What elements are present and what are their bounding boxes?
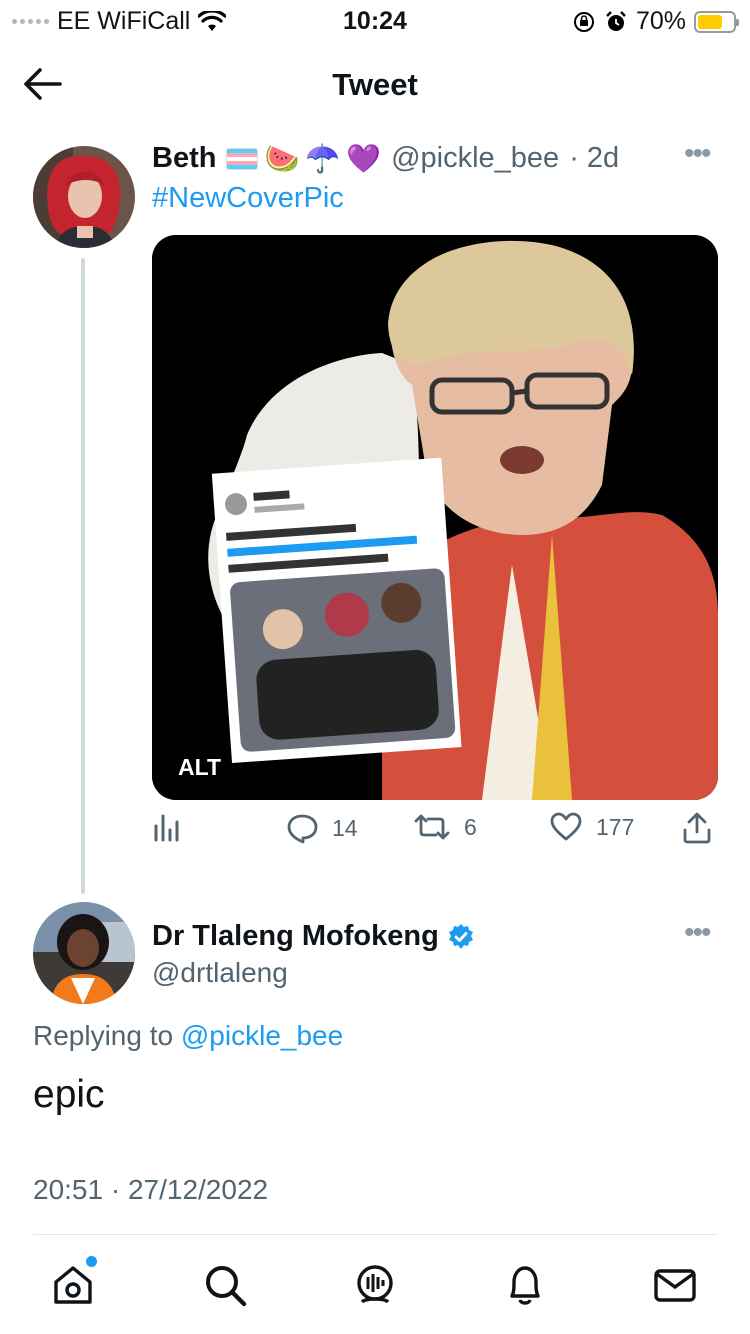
reply-author: Dr Tlaleng Mofokeng [152,920,475,953]
tab-bar [0,1250,750,1334]
reply-author-name[interactable]: Dr Tlaleng Mofokeng [152,920,439,953]
tweet-header: Beth 🍉 ☂️ 💜 @pickle_bee · 2d [152,142,619,175]
battery-level [698,14,722,29]
battery-percent: 70% [635,7,686,35]
replying-to-link[interactable]: @pickle_bee [181,1020,343,1051]
tweet-image[interactable]: ALT [152,235,718,800]
author-handle[interactable]: @pickle_bee [391,142,559,175]
more-options-icon[interactable]: ••• [684,137,711,171]
reply-icon [287,814,318,844]
retweet-icon [414,814,450,840]
share-icon [683,812,711,844]
home-icon[interactable] [50,1262,96,1308]
replying-to-line: Replying to @pickle_bee [33,1020,343,1052]
purple-heart-emoji: 💜 [346,143,382,174]
status-right: 70% [572,7,739,36]
search-icon[interactable] [202,1262,248,1308]
verified-badge-icon [448,923,473,949]
analytics-icon [154,814,179,842]
avatar-drtlaleng[interactable] [33,902,135,1004]
home-notification-dot [86,1256,97,1267]
reply-more-options-icon[interactable]: ••• [684,916,711,950]
analytics-button[interactable] [152,812,182,842]
reply-text: epic [33,1073,105,1116]
transgender-flag-icon [226,147,259,170]
reply-timestamp: 20:51 · 27/12/2022 [33,1174,269,1205]
spaces-icon[interactable] [352,1262,398,1308]
tweet-age: · 2d [569,142,620,174]
author-name[interactable]: Beth [152,142,216,175]
messages-icon[interactable] [652,1262,698,1308]
photo-collage-icon [152,235,718,800]
notifications-icon[interactable] [502,1262,548,1308]
orientation-lock-icon [573,11,594,32]
retweet-button[interactable]: 6 [414,812,477,842]
reply-count: 14 [332,814,358,841]
heart-icon [550,812,582,841]
page-title: Tweet [332,67,418,102]
status-bar: EE WiFiCall 10:24 70% [0,0,750,40]
divider [33,1234,718,1235]
replying-prefix: Replying to [33,1020,174,1051]
navigation-bar: Tweet [0,50,750,120]
hashtag-link[interactable]: #NewCoverPic [152,182,344,215]
tweet-actions: 14 6 177 [152,812,718,856]
reply-author-handle[interactable]: @drtlaleng [152,957,288,989]
share-button[interactable] [682,812,712,844]
battery-icon [694,10,739,33]
alt-badge[interactable]: ALT [168,750,232,785]
name-emojis: 🍉 ☂️ 💜 [226,142,381,175]
retweet-count: 6 [464,813,477,840]
umbrella-emoji: ☂️ [305,143,341,174]
alarm-icon [606,10,626,31]
like-button[interactable]: 177 [550,812,634,842]
like-count: 177 [596,813,635,840]
avatar-beth[interactable] [33,146,135,248]
watermelon-emoji: 🍉 [264,143,300,174]
thread-line [81,258,85,894]
reply-button[interactable]: 14 [286,812,358,844]
